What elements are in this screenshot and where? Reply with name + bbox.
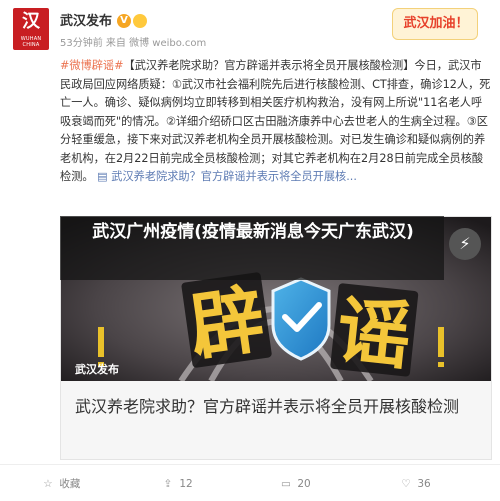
- like-icon: ♡: [401, 478, 411, 490]
- verified-icon: V: [117, 14, 131, 28]
- article-link[interactable]: ▤ 武汉养老院求助？官方辟谣并表示将全员开展核...: [97, 170, 357, 183]
- card-caption: 武汉养老院求助？官方辟谣并表示将全员开展核酸检测: [75, 397, 460, 416]
- post-body: #微博辟谣#【武汉养老院求助？官方辟谣并表示将全员开展核酸检测】今日，武汉市民政…: [60, 57, 492, 187]
- emoji-icon: [133, 14, 147, 28]
- header-badge: 武汉加油！: [392, 8, 478, 40]
- header-badge-text: 武汉加油！: [403, 16, 469, 31]
- avatar[interactable]: 汉 WUHAN CHINA: [13, 8, 49, 50]
- like-button[interactable]: ♡ 36: [398, 475, 431, 493]
- avatar-logo-subtext: WUHAN CHINA: [20, 36, 42, 48]
- article-link-text: 武汉养老院求助？官方辟谣并表示将全员开展核...: [111, 170, 357, 183]
- action-bar: ☆ 收藏 ⇪ 12 ▭ 20 ♡ 36: [0, 464, 500, 501]
- favorite-label: 收藏: [59, 478, 81, 490]
- repost-count: 12: [179, 478, 193, 490]
- overlay-title: 武汉广州疫情(疫情最新消息今天广东武汉): [92, 222, 414, 242]
- repost-icon: ⇪: [163, 478, 173, 490]
- repost-button[interactable]: ⇪ 12: [160, 475, 193, 493]
- comment-button[interactable]: ▭ 20: [278, 475, 311, 493]
- comment-count: 20: [297, 478, 311, 490]
- image-watermark: 武汉发布: [75, 362, 119, 376]
- like-count: 36: [417, 478, 431, 490]
- link-icon: ▤: [97, 170, 112, 183]
- image-glyph-yao: 谣: [333, 287, 416, 380]
- hashtag-link[interactable]: #微博辟谣#: [60, 59, 124, 72]
- avatar-logo-glyph: 汉: [22, 11, 40, 32]
- favorite-icon: ☆: [43, 478, 53, 490]
- account-name[interactable]: 武汉发布: [60, 14, 112, 30]
- favorite-button[interactable]: ☆ 收藏: [40, 475, 80, 493]
- post-text: 【武汉养老院求助？官方辟谣并表示将全员开展核酸检测】今日，武汉市民政局回应网络质…: [60, 59, 491, 183]
- post-header: 汉 WUHAN CHINA 武汉发布 V 53分钟前 来自 微博 weibo.c…: [0, 0, 500, 56]
- image-glyph-pi: 辟: [185, 276, 270, 371]
- comment-icon: ▭: [281, 478, 291, 490]
- post-meta: 53分钟前 来自 微博 weibo.com: [60, 38, 207, 49]
- lightning-icon[interactable]: ⚡: [449, 228, 481, 260]
